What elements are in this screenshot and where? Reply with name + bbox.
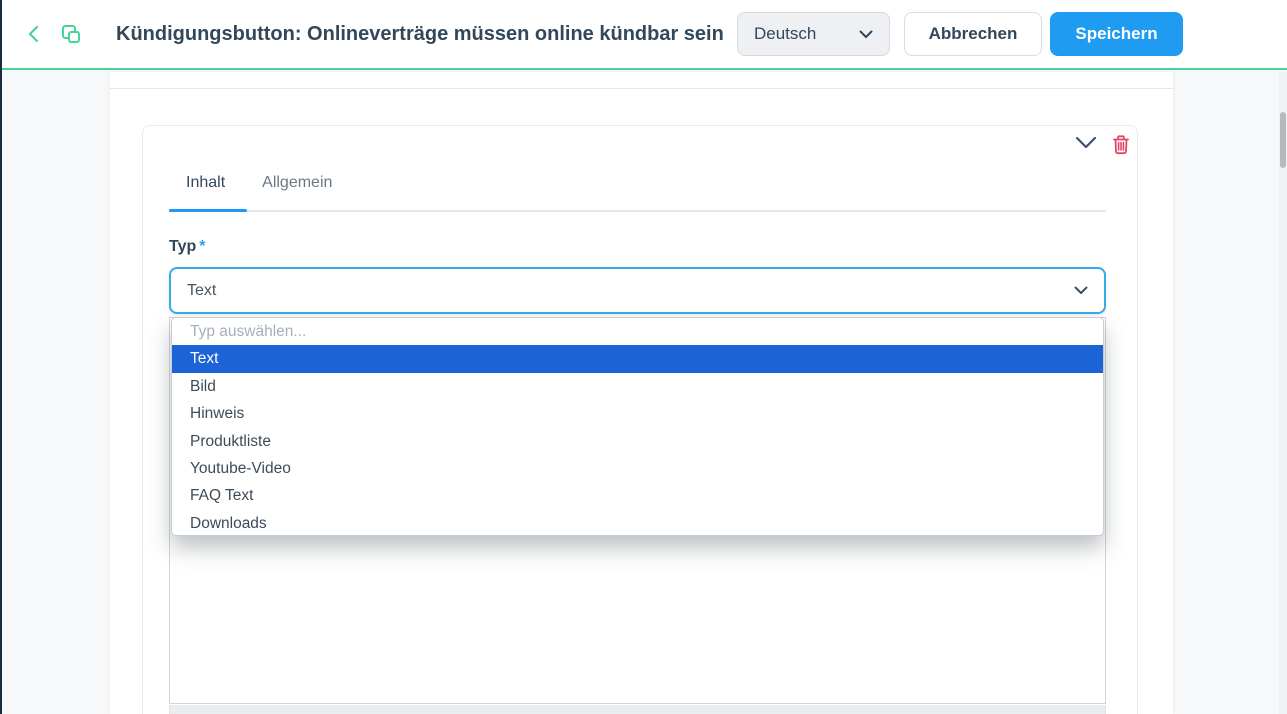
scrollbar[interactable] [1279, 72, 1287, 714]
dropdown-option-bild[interactable]: Bild [172, 373, 1103, 400]
tab-inhalt[interactable]: Inhalt [169, 156, 242, 210]
typ-field-label: Typ* [169, 238, 206, 256]
tab-list: Inhalt Allgemein [169, 156, 349, 210]
content-card: Inhalt Allgemein Typ* Text Typ [142, 125, 1138, 714]
chevron-left-icon [26, 25, 42, 43]
page-title: Kündigungsbutton: Onlineverträge müssen … [116, 23, 724, 46]
dropdown-option-faq-text[interactable]: FAQ Text [172, 482, 1103, 509]
dropdown-option-text[interactable]: Text [172, 345, 1103, 372]
typ-field-label-text: Typ [169, 238, 196, 255]
tab-bar [169, 210, 1106, 212]
delete-button[interactable] [1111, 134, 1131, 156]
chevron-down-icon [859, 30, 873, 39]
trash-icon [1111, 134, 1131, 156]
required-asterisk: * [199, 238, 205, 255]
dropdown-option-placeholder[interactable]: Typ auswählen... [172, 318, 1103, 345]
screen: Kündigungsbutton: Onlineverträge müssen … [0, 0, 1287, 714]
dropdown-option-hinweis[interactable]: Hinweis [172, 400, 1103, 427]
dropdown-option-downloads[interactable]: Downloads [172, 510, 1103, 536]
collapse-button[interactable] [1075, 136, 1097, 149]
dropdown-option-produktliste[interactable]: Produktliste [172, 428, 1103, 455]
copy-icon [60, 23, 82, 45]
dropdown-option-youtube-video[interactable]: Youtube-Video [172, 455, 1103, 482]
active-tab-indicator [169, 209, 247, 212]
left-panel-edge [0, 0, 2, 714]
back-button[interactable] [26, 25, 42, 43]
language-select-value: Deutsch [754, 24, 816, 44]
header: Kündigungsbutton: Onlineverträge müssen … [0, 0, 1287, 70]
chevron-down-icon [1074, 286, 1088, 295]
save-button[interactable]: Speichern [1050, 12, 1183, 56]
typ-select[interactable]: Text [169, 267, 1106, 314]
content-area: Inhalt Allgemein Typ* Text Typ [0, 70, 1287, 714]
scrollbar-thumb[interactable] [1280, 112, 1286, 168]
duplicate-button[interactable] [60, 23, 82, 45]
editor-footer [169, 705, 1106, 714]
language-select[interactable]: Deutsch [737, 12, 890, 56]
panel-divider [110, 88, 1173, 89]
tab-allgemein[interactable]: Allgemein [245, 156, 349, 210]
typ-select-value: Text [187, 282, 216, 300]
typ-dropdown: Typ auswählen... Text Bild Hinweis Produ… [171, 317, 1104, 536]
chevron-down-icon [1075, 136, 1097, 149]
content-panel: Inhalt Allgemein Typ* Text Typ [110, 72, 1173, 714]
cancel-button[interactable]: Abbrechen [904, 12, 1042, 56]
